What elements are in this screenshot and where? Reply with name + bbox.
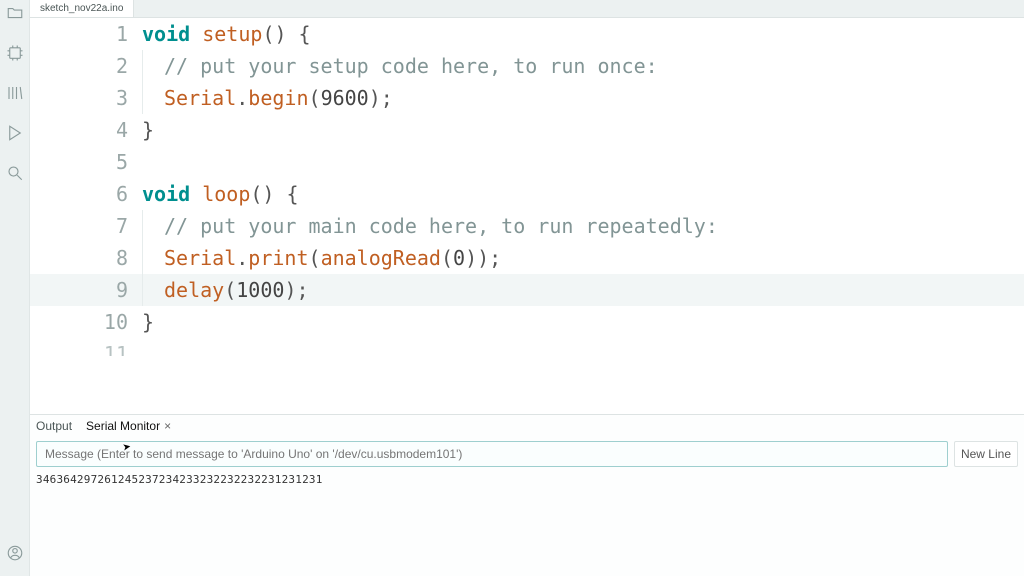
search-icon[interactable]: [6, 164, 24, 186]
serial-message-input[interactable]: [36, 441, 948, 467]
line-number: 5: [30, 146, 142, 178]
panel-tabs: Output Serial Monitor×: [30, 415, 1024, 437]
editor-tabstrip: sketch_nov22a.ino: [30, 0, 1024, 18]
file-tab[interactable]: sketch_nov22a.ino: [30, 0, 134, 17]
account-icon[interactable]: [6, 544, 24, 566]
line-number: 3: [30, 82, 142, 114]
activity-bar: [0, 0, 30, 576]
debug-icon[interactable]: [6, 124, 24, 146]
file-tab-label: sketch_nov22a.ino: [40, 3, 123, 14]
line-number: 11: [30, 338, 142, 356]
bottom-panel: Output Serial Monitor× New Line 34636429…: [30, 414, 1024, 576]
serial-output: 3463642972612452372342332322322322312312…: [30, 471, 1024, 576]
library-icon[interactable]: [6, 84, 24, 106]
tab-serial-monitor[interactable]: Serial Monitor×: [86, 419, 171, 433]
folder-icon[interactable]: [6, 4, 24, 26]
line-number: 4: [30, 114, 142, 146]
line-number: 2: [30, 50, 142, 82]
line-number: 1: [30, 18, 142, 50]
line-number: 6: [30, 178, 142, 210]
close-icon[interactable]: ×: [164, 419, 171, 433]
board-icon[interactable]: [6, 44, 24, 66]
line-ending-select[interactable]: New Line: [954, 441, 1018, 467]
tab-output[interactable]: Output: [36, 419, 72, 433]
code-editor[interactable]: 1void setup() { 2// put your setup code …: [30, 18, 1024, 414]
line-number: 10: [30, 306, 142, 338]
line-number: 8: [30, 242, 142, 274]
line-number: 9: [30, 274, 142, 306]
main-area: sketch_nov22a.ino 1void setup() { 2// pu…: [30, 0, 1024, 576]
line-number: 7: [30, 210, 142, 242]
